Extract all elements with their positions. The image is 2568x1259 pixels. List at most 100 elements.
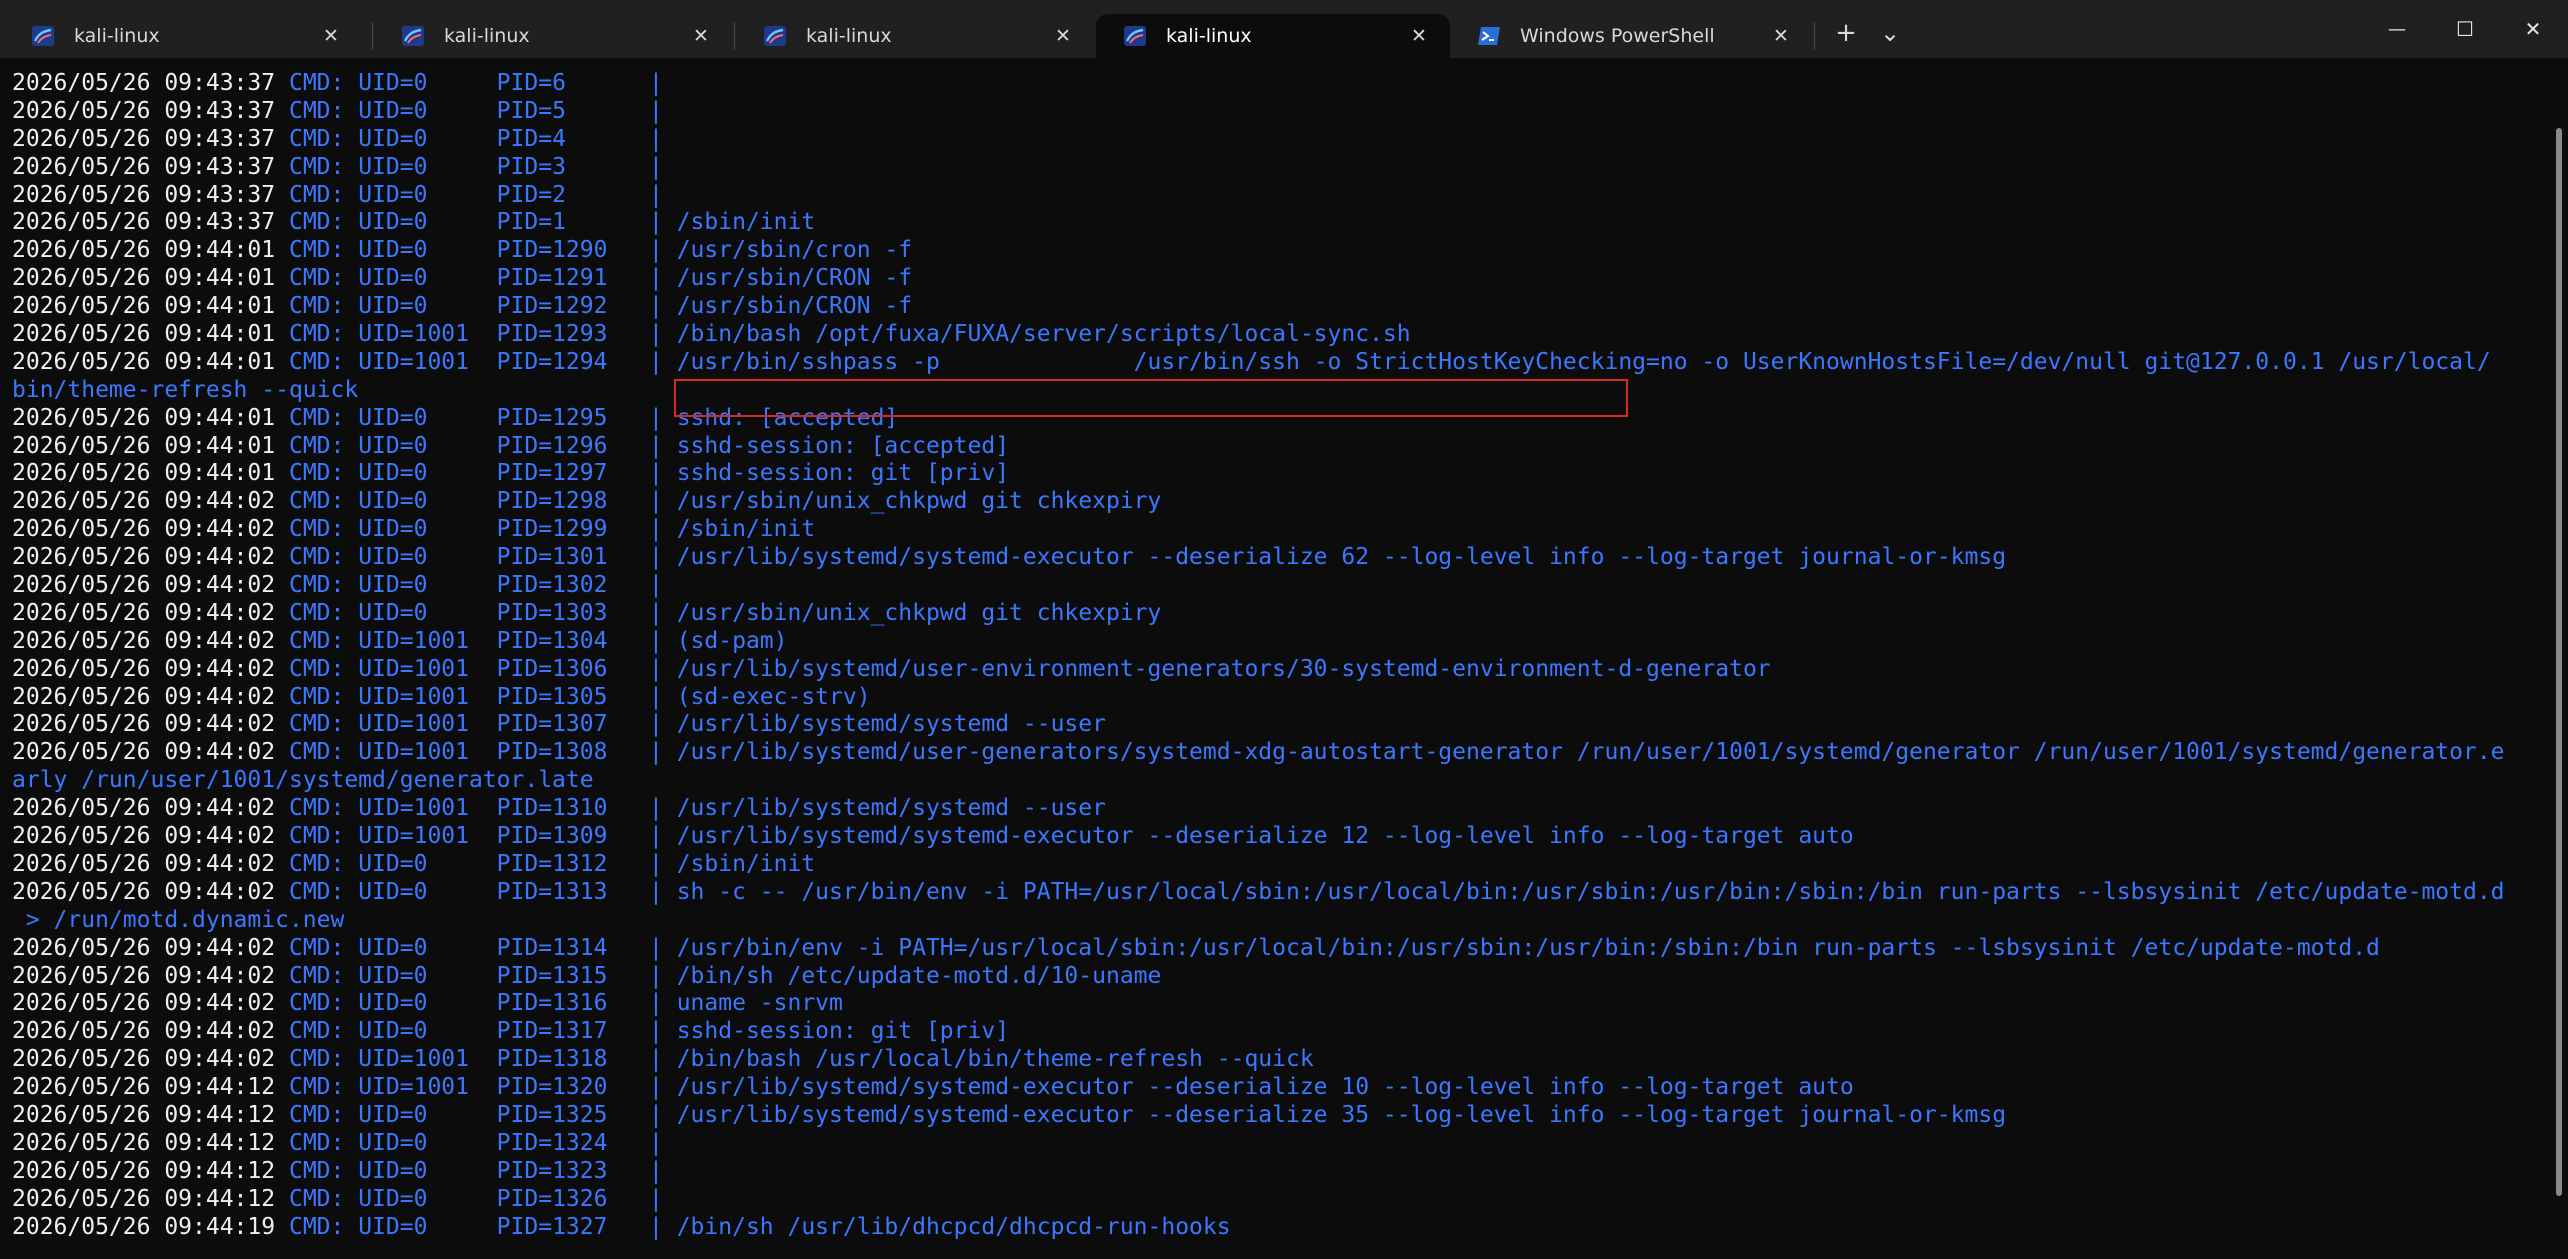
wrapped-text: arly /run/user/1001/systemd/generator.la… — [12, 767, 594, 794]
timestamp: 2026/05/26 09:44:12 — [12, 1074, 276, 1101]
cmd-info: CMD: UID=1001 PID=1318 — [288, 1046, 649, 1073]
timestamp: 2026/05/26 09:44:02 — [12, 572, 276, 599]
terminal-line: 2026/05/26 09:44:12 CMD: UID=1001 PID=13… — [12, 1074, 2532, 1102]
minimize-button[interactable]: — — [2362, 0, 2432, 58]
terminal-output[interactable]: 2026/05/26 09:43:37 CMD: UID=0 PID=6 | 20… — [0, 58, 2568, 1259]
terminal-line: arly /run/user/1001/systemd/generator.la… — [12, 767, 2532, 795]
terminal-line: 2026/05/26 09:43:37 CMD: UID=0 PID=1 | /… — [12, 209, 2532, 237]
column-separator: | — [649, 823, 663, 850]
cmd-info: CMD: UID=0 PID=1324 — [288, 1129, 649, 1156]
timestamp: 2026/05/26 09:43:37 — [12, 125, 276, 152]
process-command: (sd-pam) — [662, 627, 788, 654]
scrollbar[interactable] — [2556, 128, 2562, 1196]
process-command: /usr/lib/systemd/systemd-executor --dese… — [662, 1101, 2007, 1128]
column-separator: | — [649, 97, 663, 124]
cmd-info: CMD: UID=1001 PID=1308 — [288, 739, 649, 766]
cmd-info: CMD: UID=0 PID=1313 — [288, 878, 649, 905]
column-separator: | — [649, 460, 663, 487]
process-command: /usr/bin/env -i PATH=/usr/local/sbin:/us… — [662, 934, 2380, 961]
column-separator: | — [649, 572, 663, 599]
cmd-info: CMD: UID=0 PID=3 — [288, 153, 649, 180]
tab-label: Windows PowerShell — [1520, 25, 1715, 47]
timestamp: 2026/05/26 09:44:02 — [12, 683, 276, 710]
cmd-info: CMD: UID=0 PID=1291 — [288, 265, 649, 292]
column-separator: | — [649, 850, 663, 877]
kali-icon — [32, 26, 54, 46]
tab-kali-linux-3[interactable]: kali-linux ✕ — [736, 14, 1094, 58]
timestamp: 2026/05/26 09:44:12 — [12, 1185, 276, 1212]
process-command: /usr/lib/systemd/systemd-executor --dese… — [662, 544, 2007, 571]
terminal-line: 2026/05/26 09:44:01 CMD: UID=0 PID=1292 … — [12, 293, 2532, 321]
tab-windows-powershell[interactable]: Windows PowerShell ✕ — [1450, 14, 1812, 58]
timestamp: 2026/05/26 09:44:01 — [12, 432, 276, 459]
cmd-info: CMD: UID=0 PID=1325 — [288, 1101, 649, 1128]
column-separator: | — [649, 1046, 663, 1073]
tab-dropdown-button[interactable]: ⌄ — [1870, 14, 1910, 52]
cmd-info: CMD: UID=1001 PID=1310 — [288, 795, 649, 822]
cmd-info: CMD: UID=0 PID=5 — [288, 97, 649, 124]
process-command: (sd-exec-strv) — [662, 683, 871, 710]
wrapped-text: bin/theme-refresh --quick — [12, 376, 359, 403]
process-command: /usr/sbin/CRON -f — [662, 265, 913, 292]
process-command: /usr/lib/systemd/systemd --user — [662, 711, 1106, 738]
column-separator: | — [649, 1074, 663, 1101]
terminal-line: 2026/05/26 09:44:01 CMD: UID=0 PID=1295 … — [12, 405, 2532, 433]
tab-close-button[interactable]: ✕ — [1050, 23, 1076, 49]
timestamp: 2026/05/26 09:44:02 — [12, 990, 276, 1017]
cmd-info: CMD: UID=0 PID=1299 — [288, 516, 649, 543]
maximize-button[interactable]: ☐ — [2430, 0, 2500, 58]
new-tab-button[interactable]: + — [1826, 14, 1866, 52]
tab-kali-linux-active[interactable]: kali-linux ✕ — [1096, 14, 1450, 58]
tab-divider — [372, 22, 373, 50]
terminal-line: 2026/05/26 09:44:02 CMD: UID=1001 PID=13… — [12, 739, 2532, 767]
column-separator: | — [649, 1101, 663, 1128]
cmd-info: CMD: UID=0 PID=1290 — [288, 237, 649, 264]
terminal-line: 2026/05/26 09:44:02 CMD: UID=0 PID=1303 … — [12, 600, 2532, 628]
terminal-line: 2026/05/26 09:43:37 CMD: UID=0 PID=2 | — [12, 182, 2532, 210]
kali-icon — [764, 26, 786, 46]
terminal-line: 2026/05/26 09:44:02 CMD: UID=1001 PID=13… — [12, 823, 2532, 851]
terminal-line: 2026/05/26 09:44:02 CMD: UID=0 PID=1302 … — [12, 572, 2532, 600]
close-window-button[interactable]: ✕ — [2498, 0, 2568, 58]
cmd-info: CMD: UID=1001 PID=1320 — [288, 1074, 649, 1101]
cmd-info: CMD: UID=1001 PID=1305 — [288, 683, 649, 710]
cmd-info: CMD: UID=0 PID=1327 — [288, 1213, 649, 1240]
terminal-line: 2026/05/26 09:44:01 CMD: UID=0 PID=1297 … — [12, 460, 2532, 488]
terminal-line: 2026/05/26 09:44:02 CMD: UID=0 PID=1315 … — [12, 963, 2532, 991]
process-command: /bin/bash /opt/fuxa/FUXA/server/scripts/… — [662, 321, 1411, 348]
terminal-line: 2026/05/26 09:44:19 CMD: UID=0 PID=1327 … — [12, 1214, 2532, 1242]
column-separator: | — [649, 599, 663, 626]
column-separator: | — [649, 125, 663, 152]
tab-close-button[interactable]: ✕ — [688, 23, 714, 49]
cmd-info: CMD: UID=0 PID=1297 — [288, 460, 649, 487]
timestamp: 2026/05/26 09:44:02 — [12, 739, 276, 766]
cmd-info: CMD: UID=1001 PID=1294 — [288, 348, 649, 375]
wrapped-text: > /run/motd.dynamic.new — [12, 906, 345, 933]
process-command: /usr/lib/systemd/systemd-executor --dese… — [662, 1074, 1854, 1101]
column-separator: | — [649, 962, 663, 989]
tab-close-button[interactable]: ✕ — [318, 23, 344, 49]
cmd-info: CMD: UID=0 PID=1 — [288, 209, 649, 236]
tab-close-button[interactable]: ✕ — [1406, 23, 1432, 49]
terminal-line: 2026/05/26 09:44:02 CMD: UID=1001 PID=13… — [12, 628, 2532, 656]
cmd-info: CMD: UID=1001 PID=1304 — [288, 627, 649, 654]
tab-kali-linux-1[interactable]: kali-linux ✕ — [4, 14, 362, 58]
column-separator: | — [649, 1185, 663, 1212]
terminal-line: 2026/05/26 09:44:02 CMD: UID=1001 PID=13… — [12, 1046, 2532, 1074]
terminal-line: > /run/motd.dynamic.new — [12, 907, 2532, 935]
cmd-info: CMD: UID=0 PID=1292 — [288, 293, 649, 320]
tab-close-button[interactable]: ✕ — [1768, 23, 1794, 49]
cmd-info: CMD: UID=0 PID=1315 — [288, 962, 649, 989]
cmd-info: CMD: UID=0 PID=1296 — [288, 432, 649, 459]
column-separator: | — [649, 655, 663, 682]
terminal-line: 2026/05/26 09:44:02 CMD: UID=1001 PID=13… — [12, 684, 2532, 712]
tab-kali-linux-2[interactable]: kali-linux ✕ — [374, 14, 732, 58]
timestamp: 2026/05/26 09:44:02 — [12, 850, 276, 877]
cmd-info: CMD: UID=0 PID=1302 — [288, 572, 649, 599]
column-separator: | — [649, 153, 663, 180]
tab-label: kali-linux — [1166, 25, 1252, 47]
terminal-line: 2026/05/26 09:44:02 CMD: UID=0 PID=1299 … — [12, 516, 2532, 544]
terminal-line: 2026/05/26 09:44:02 CMD: UID=0 PID=1301 … — [12, 544, 2532, 572]
cmd-info: CMD: UID=1001 PID=1307 — [288, 711, 649, 738]
terminal-line: 2026/05/26 09:44:01 CMD: UID=1001 PID=12… — [12, 349, 2532, 377]
